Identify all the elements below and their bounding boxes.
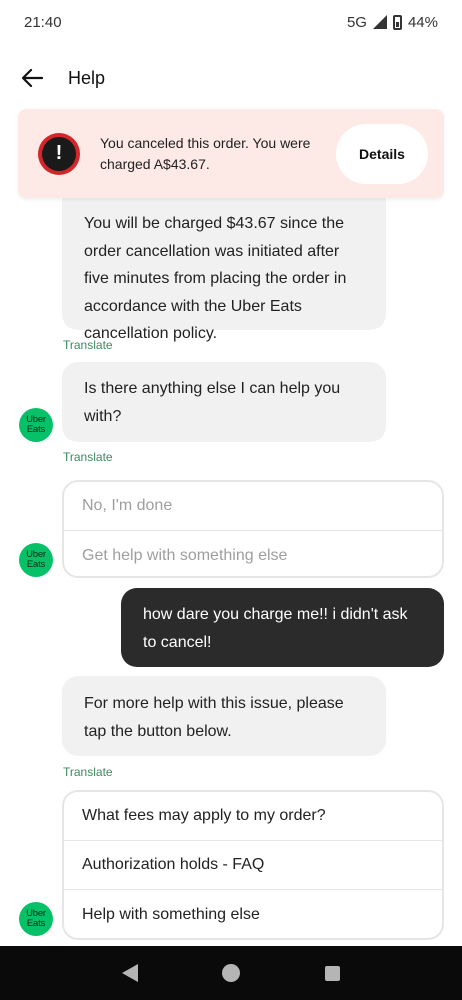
support-message-anything-else: Is there anything else I can help you wi… bbox=[62, 362, 386, 442]
cancellation-banner: ! You canceled this order. You were char… bbox=[18, 109, 444, 198]
uber-eats-avatar: Uber Eats bbox=[19, 902, 53, 936]
quick-reply-options: No, I'm done Get help with something els… bbox=[62, 480, 444, 578]
uber-eats-avatar: Uber Eats bbox=[19, 543, 53, 577]
avatar-text: Eats bbox=[26, 559, 46, 570]
option-authorization-holds[interactable]: Authorization holds - FAQ bbox=[64, 841, 442, 890]
signal-icon bbox=[372, 15, 387, 29]
status-bar: 21:40 5G 44% bbox=[0, 0, 462, 44]
message-text: how dare you charge me!! i didn't ask to… bbox=[143, 606, 408, 651]
back-button[interactable] bbox=[20, 66, 44, 90]
details-button[interactable]: Details bbox=[336, 123, 428, 184]
help-options: What fees may apply to my order? Authori… bbox=[62, 790, 444, 940]
user-message: how dare you charge me!! i didn't ask to… bbox=[121, 588, 444, 667]
status-icons: 5G 44% bbox=[347, 14, 438, 31]
banner-message: You canceled this order. You were charge… bbox=[100, 134, 311, 172]
avatar-text: Eats bbox=[26, 424, 46, 435]
translate-link[interactable]: Translate bbox=[63, 338, 113, 352]
message-text: For more help with this issue, please ta… bbox=[84, 695, 344, 740]
nav-back-icon[interactable] bbox=[122, 964, 139, 982]
battery-icon bbox=[392, 14, 402, 30]
message-text: You will be charged $43.67 since the ord… bbox=[84, 215, 347, 342]
message-text: Is there anything else I can help you wi… bbox=[84, 380, 341, 425]
system-nav-bar bbox=[0, 946, 462, 1000]
translate-link[interactable]: Translate bbox=[63, 765, 113, 779]
nav-recents-icon[interactable] bbox=[324, 965, 340, 981]
translate-link[interactable]: Translate bbox=[63, 450, 113, 464]
battery-level: 44% bbox=[407, 13, 438, 31]
network-label: 5G bbox=[346, 13, 367, 31]
avatar-text: Eats bbox=[26, 918, 46, 929]
arrow-left-icon bbox=[21, 68, 43, 88]
option-fees[interactable]: What fees may apply to my order? bbox=[64, 792, 442, 841]
header: Help bbox=[0, 48, 462, 108]
option-get-help-else[interactable]: Get help with something else bbox=[64, 531, 442, 576]
nav-home-icon[interactable] bbox=[222, 964, 241, 982]
uber-eats-avatar: Uber Eats bbox=[19, 408, 53, 442]
page-title: Help bbox=[68, 67, 106, 88]
exclamation-icon: ! bbox=[38, 132, 80, 175]
support-message-charge-explanation: You will be charged $43.67 since the ord… bbox=[62, 182, 386, 342]
option-help-something-else[interactable]: Help with something else bbox=[64, 890, 442, 938]
support-message-more-help: For more help with this issue, please ta… bbox=[62, 676, 386, 756]
option-no-im-done[interactable]: No, I'm done bbox=[64, 482, 442, 531]
status-time: 21:40 bbox=[24, 13, 62, 31]
